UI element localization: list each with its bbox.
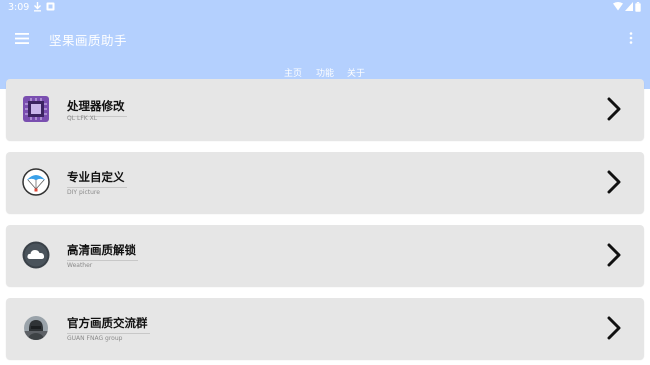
chevron-right-icon — [607, 170, 621, 194]
tab-home[interactable]: 主页 — [284, 66, 302, 79]
download-icon — [33, 2, 42, 15]
more-vert-icon — [629, 32, 633, 44]
card-subtitle: DIY picture — [67, 189, 100, 196]
overflow-menu-button[interactable] — [622, 28, 640, 48]
card-official-group[interactable]: 官方画质交流群 GUAN FNAG group — [6, 298, 644, 359]
card-subtitle: Weather — [67, 262, 93, 269]
chevron-right-icon — [607, 243, 621, 267]
status-time: 3:09 — [8, 2, 30, 13]
signal-icon — [625, 2, 633, 14]
tab-features[interactable]: 功能 — [316, 66, 334, 79]
chevron-right-icon — [607, 316, 621, 340]
avatar-icon — [22, 314, 50, 342]
tab-about[interactable]: 关于 — [347, 66, 365, 79]
card-custom-diy[interactable]: 专业自定义 DIY picture — [6, 152, 644, 213]
status-bar: 3:09 — [0, 0, 650, 16]
screen: 3:09 坚果画质助手 主页 功能 关于 处理器修改 QL LFK XL 专业自… — [0, 0, 650, 365]
wifi-icon — [613, 2, 623, 14]
notification-icon — [46, 2, 55, 14]
card-title: 官方画质交流群 — [67, 315, 150, 334]
hamburger-menu-icon — [15, 32, 29, 44]
toolbar: 坚果画质助手 — [0, 22, 650, 56]
card-subtitle: QL LFK XL — [67, 115, 98, 122]
card-title: 高清画质解锁 — [67, 242, 138, 261]
card-hd-unlock[interactable]: 高清画质解锁 Weather — [6, 225, 644, 286]
app-title: 坚果画质助手 — [49, 33, 128, 48]
chevron-right-icon — [607, 97, 621, 121]
cloud-icon — [22, 241, 50, 269]
parachute-icon — [22, 168, 50, 196]
menu-button[interactable] — [11, 28, 33, 48]
card-title: 专业自定义 — [67, 169, 127, 188]
battery-icon — [635, 2, 641, 15]
card-subtitle: GUAN FNAG group — [67, 335, 123, 342]
app-bar: 3:09 坚果画质助手 主页 功能 关于 — [0, 0, 650, 89]
card-processor-modify[interactable]: 处理器修改 QL LFK XL — [6, 79, 644, 140]
cpu-icon — [22, 95, 50, 123]
